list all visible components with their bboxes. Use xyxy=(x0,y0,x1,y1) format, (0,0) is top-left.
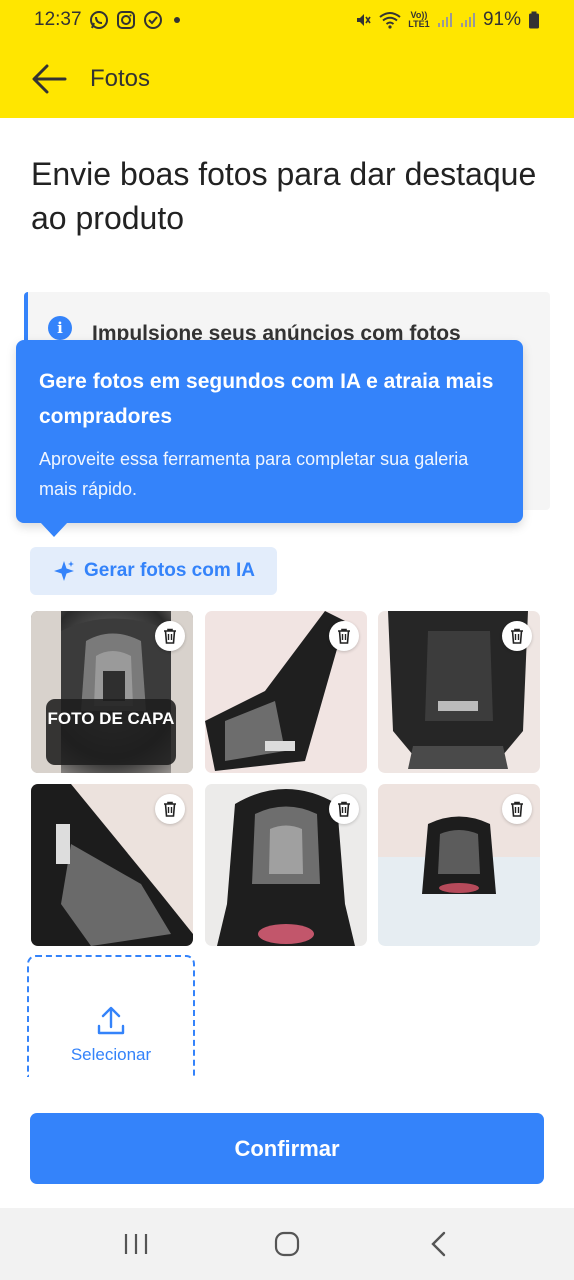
trash-icon xyxy=(511,801,523,817)
recent-apps-button[interactable] xyxy=(106,1214,166,1274)
delete-photo-button[interactable] xyxy=(329,621,359,651)
trash-icon xyxy=(338,801,350,817)
photo-thumbnail[interactable] xyxy=(205,784,367,946)
mute-icon xyxy=(354,11,372,29)
select-photo-button[interactable]: Selecionar xyxy=(27,955,195,1077)
tooltip-body: Aproveite essa ferramenta para completar… xyxy=(39,449,469,499)
volte-indicator: Vo)) LTE1 xyxy=(408,10,430,29)
photo-thumbnail[interactable] xyxy=(31,784,193,946)
arrow-left-icon xyxy=(32,64,67,94)
home-button[interactable] xyxy=(257,1214,317,1274)
generate-ai-photos-label: Gerar fotos com IA xyxy=(83,560,256,581)
instagram-icon xyxy=(116,10,136,30)
signal-icon xyxy=(437,12,453,28)
back-button[interactable] xyxy=(14,49,84,109)
photo-thumbnail[interactable] xyxy=(205,611,367,773)
select-photo-label: Selecionar xyxy=(70,1045,152,1064)
trash-icon xyxy=(511,628,523,644)
system-back-button[interactable] xyxy=(408,1214,468,1274)
page-title: Fotos xyxy=(90,65,151,92)
photo-thumbnail[interactable] xyxy=(378,784,540,946)
whatsapp-icon xyxy=(89,10,109,30)
home-icon xyxy=(274,1231,300,1257)
app-bar: Fotos xyxy=(0,40,574,118)
trash-icon xyxy=(338,628,350,644)
upload-icon xyxy=(97,1006,125,1035)
notification-icon xyxy=(143,10,163,30)
cover-photo-badge: FOTO DE CAPA xyxy=(46,699,176,765)
dot-icon xyxy=(173,17,180,23)
chevron-left-icon xyxy=(431,1231,446,1257)
delete-photo-button[interactable] xyxy=(155,621,185,651)
recent-apps-icon xyxy=(124,1234,147,1254)
delete-photo-button[interactable] xyxy=(329,794,359,824)
info-icon: i xyxy=(48,316,72,340)
status-time: 12:37 xyxy=(34,9,82,30)
battery-level: 91% xyxy=(482,9,521,30)
photo-thumbnail[interactable] xyxy=(378,611,540,773)
confirm-button[interactable]: Confirmar xyxy=(30,1113,544,1184)
trash-icon xyxy=(164,801,176,817)
status-bar-right: Vo)) LTE1 91% xyxy=(354,9,540,31)
delete-photo-button[interactable] xyxy=(155,794,185,824)
status-bar-left: 12:37 xyxy=(34,9,180,31)
delete-photo-button[interactable] xyxy=(502,794,532,824)
heading: Envie boas fotos para dar destaque ao pr… xyxy=(31,156,537,236)
trash-icon xyxy=(164,628,176,644)
sparkle-icon xyxy=(53,561,74,581)
system-nav-bar xyxy=(0,1208,574,1280)
wifi-icon xyxy=(379,11,401,29)
photo-thumbnail[interactable]: FOTO DE CAPA xyxy=(31,611,193,773)
main-content: Envie boas fotos para dar destaque ao pr… xyxy=(0,118,574,1208)
battery-icon xyxy=(528,11,540,29)
tooltip-title: Gere fotos em segundos com IA e atraia m… xyxy=(39,370,494,428)
tooltip-arrow xyxy=(40,522,68,537)
signal-icon xyxy=(460,12,476,28)
delete-photo-button[interactable] xyxy=(502,621,532,651)
status-bar: 12:37 Vo)) LTE1 91% xyxy=(0,0,574,40)
ai-tooltip[interactable]: Gere fotos em segundos com IA e atraia m… xyxy=(16,340,523,537)
generate-ai-photos-button[interactable]: Gerar fotos com IA xyxy=(30,547,277,595)
